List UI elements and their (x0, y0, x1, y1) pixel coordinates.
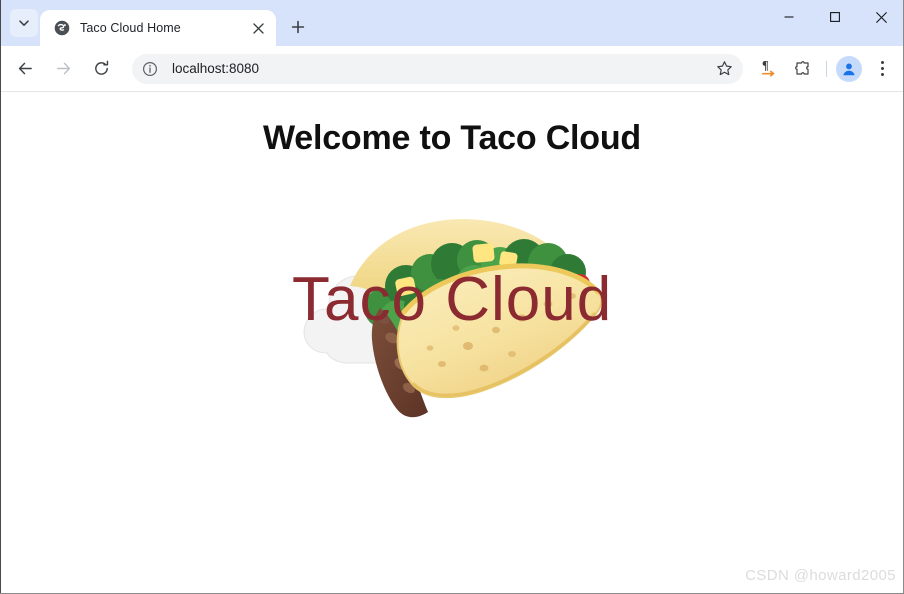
chevron-down-icon (19, 20, 29, 26)
taco-cloud-logo-image: Taco Cloud (292, 219, 612, 418)
page-viewport: Welcome to Taco Cloud Taco Cloud CSDN @h… (0, 92, 904, 594)
reload-icon (94, 60, 108, 75)
url-text[interactable]: localhost:8080 (172, 61, 711, 76)
browser-window: Taco Cloud Home localhost:8080 ¶ Welcome… (0, 0, 904, 594)
maximize-button[interactable] (812, 0, 858, 34)
back-button[interactable] (10, 54, 40, 84)
forward-button[interactable] (48, 54, 78, 84)
window-controls (766, 0, 904, 34)
logo-wordmark: Taco Cloud (292, 265, 612, 334)
globe-swirl-icon (54, 20, 70, 36)
browser-tab-taco-cloud-home[interactable]: Taco Cloud Home (40, 10, 276, 46)
maximize-icon (830, 12, 840, 22)
csdn-watermark: CSDN @howard2005 (745, 567, 896, 584)
star-outline-icon[interactable] (711, 56, 737, 82)
tab-title: Taco Cloud Home (80, 21, 181, 35)
menu-dot (880, 73, 884, 76)
close-x-icon (252, 22, 264, 34)
menu-dot (880, 67, 884, 70)
tab-close-icon[interactable] (248, 18, 268, 38)
person-avatar-icon[interactable] (836, 55, 862, 82)
arrow-left-icon (18, 62, 32, 75)
address-bar[interactable]: localhost:8080 (132, 53, 743, 84)
reload-button[interactable] (86, 54, 116, 84)
page-title: Welcome to Taco Cloud (262, 119, 642, 157)
minimize-button[interactable] (766, 0, 812, 34)
translate-pilcrow-icon[interactable]: ¶ (753, 54, 783, 84)
puzzle-piece-icon[interactable] (787, 54, 817, 84)
tab-strip: Taco Cloud Home (0, 0, 904, 46)
cheese-cube (472, 243, 495, 263)
close-window-button[interactable] (858, 0, 904, 34)
minimize-icon (784, 16, 794, 18)
taco-cloud-logo: Taco Cloud (272, 168, 632, 443)
toolbar-divider (826, 60, 827, 77)
new-tab-button[interactable] (284, 13, 312, 41)
browser-toolbar: localhost:8080 ¶ (0, 46, 904, 92)
plus-icon (291, 20, 305, 34)
menu-dot (880, 61, 884, 64)
arrow-right-icon (56, 62, 70, 75)
tab-search-chevron-icon[interactable] (10, 9, 38, 37)
three-dot-menu-icon[interactable] (868, 54, 896, 84)
info-circle-icon[interactable] (138, 57, 162, 81)
close-icon (875, 11, 887, 23)
svg-text:¶: ¶ (762, 59, 769, 73)
